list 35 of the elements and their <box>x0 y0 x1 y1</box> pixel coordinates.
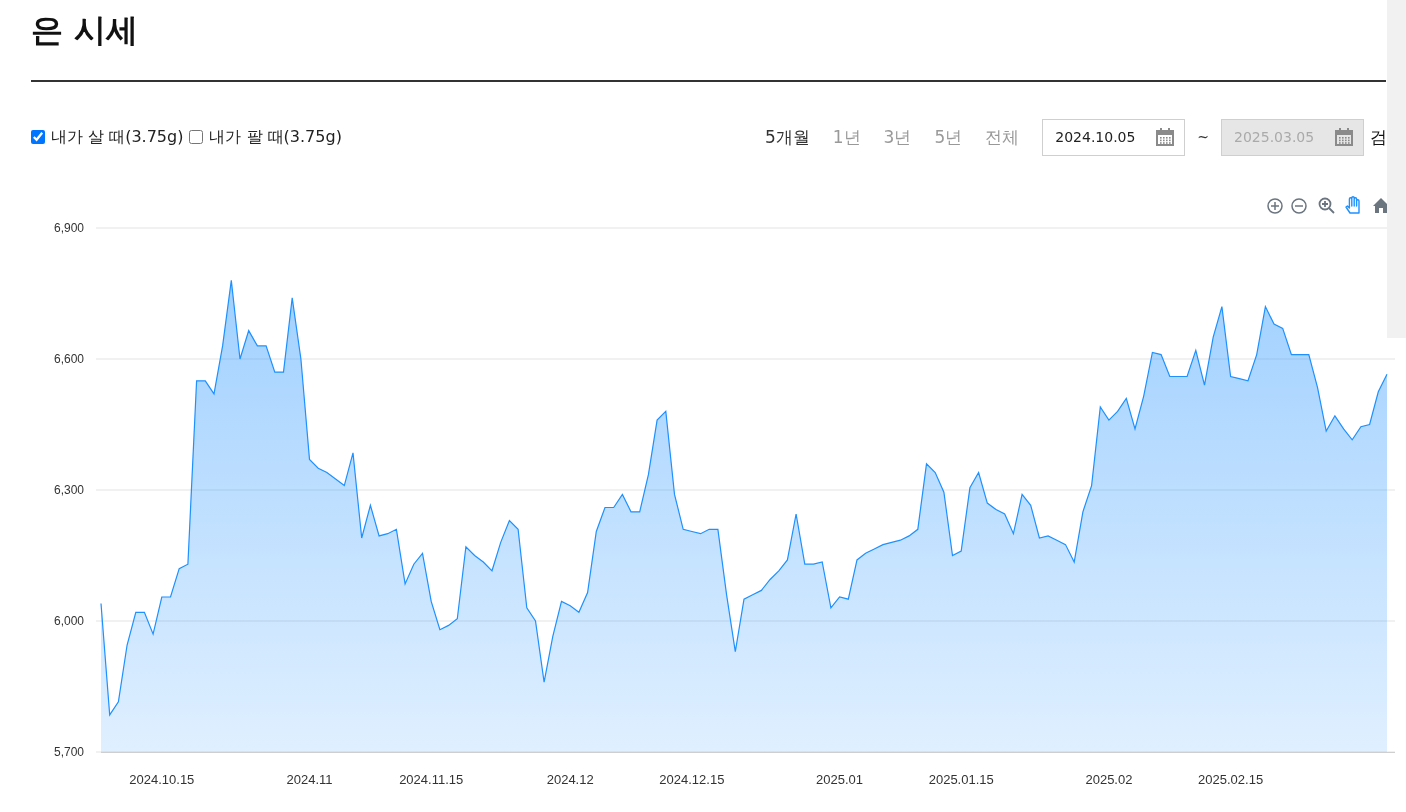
period-tab[interactable]: 3년 <box>883 125 912 149</box>
period-tab[interactable]: 전체 <box>985 125 1020 149</box>
axis-label: 2024.10.15 <box>129 772 195 787</box>
zoom-out-icon[interactable] <box>1291 198 1307 214</box>
search-button[interactable]: 검 <box>1364 125 1387 149</box>
axis-label: 2024.12 <box>546 772 594 787</box>
period-tab[interactable]: 5년 <box>934 125 963 149</box>
calendar-icon[interactable] <box>1334 126 1354 147</box>
range-separator: ~ <box>1197 129 1209 145</box>
checkbox[interactable] <box>189 130 204 144</box>
hand-icon[interactable] <box>1345 196 1360 214</box>
axis-label: 2024.11 <box>286 772 333 787</box>
axis-label: 2025.02 <box>1085 772 1133 787</box>
zoom-in-icon[interactable] <box>1267 198 1283 214</box>
axis-label: 2024.11.15 <box>399 772 464 787</box>
axis-label: 6,900 <box>53 221 84 235</box>
date-field[interactable]: 2024.10.05 <box>1042 118 1186 156</box>
scrollbar[interactable] <box>1387 0 1406 338</box>
period-tab[interactable]: 5개월 <box>764 125 810 149</box>
checkbox-label: 내가 팔 때(3.75g) <box>209 126 342 148</box>
axis-label: 5,700 <box>53 745 84 759</box>
home-icon[interactable] <box>1373 198 1389 213</box>
axis-label: 2025.01 <box>816 772 864 787</box>
calendar-icon[interactable] <box>1155 126 1176 147</box>
zoom-icon[interactable] <box>1318 197 1335 214</box>
period-tab[interactable]: 1년 <box>832 125 861 149</box>
checkbox[interactable] <box>31 130 45 144</box>
checkbox-label: 내가 살 때(3.75g) <box>51 126 184 148</box>
axis-label: 2024.12.15 <box>659 772 725 787</box>
axis-label: 2025.01.15 <box>928 772 994 787</box>
axis-label: 6,300 <box>53 483 84 497</box>
axis-label: 6,600 <box>53 352 84 366</box>
page-title: 은 시세 <box>31 10 140 51</box>
axis-label: 6,000 <box>53 614 84 628</box>
axis-label: 2025.02.15 <box>1198 772 1264 787</box>
